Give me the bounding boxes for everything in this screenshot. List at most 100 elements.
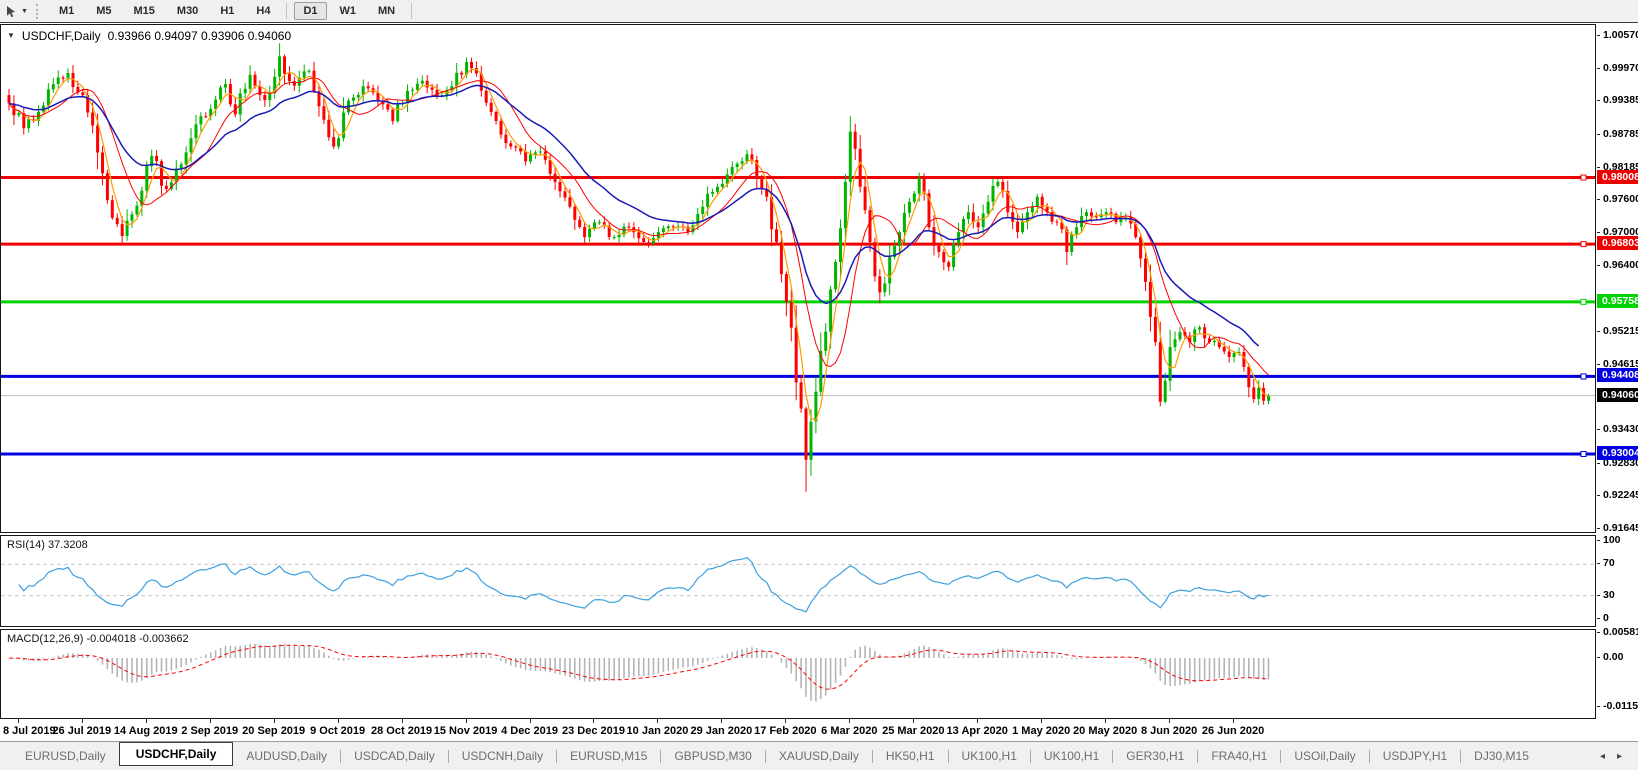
date-label: 20 May 2020: [1073, 725, 1138, 737]
rsi-axis-label: 100: [1603, 534, 1621, 546]
ma-red-line[interactable]: [8, 77, 1269, 376]
timeframe-button-h4[interactable]: H4: [247, 2, 279, 20]
macd-pane[interactable]: MACD(12,26,9) -0.004018 -0.003662: [0, 629, 1596, 719]
date-label: 23 Dec 2019: [561, 725, 625, 737]
axis-tick: [1597, 133, 1600, 135]
axis-tick: [1597, 330, 1600, 332]
price-axis-label: 0.97600: [1603, 193, 1638, 206]
rsi-axis-label: 70: [1603, 557, 1615, 570]
timeframe-button-d1[interactable]: D1: [294, 2, 327, 20]
rsi-axis-label: 0: [1603, 612, 1609, 624]
level-handle[interactable]: [1580, 373, 1587, 380]
chart-tab-dj30[interactable]: DJ30,M15: [1461, 746, 1542, 766]
timeframe-button-m5[interactable]: M5: [87, 2, 120, 20]
macd-canvas[interactable]: [1, 630, 1595, 718]
date-tick: [593, 719, 595, 723]
axis-tick: [1597, 528, 1600, 530]
timeframe-button-w1[interactable]: W1: [331, 2, 366, 20]
axis-tick: [1597, 462, 1600, 464]
date-label: 4 Dec 2019: [501, 725, 558, 737]
level-handle[interactable]: [1580, 298, 1587, 305]
chart-tab-bar: EURUSD,Daily USDCHF,Daily AUDUSD,Daily USDC…: [0, 741, 1638, 770]
chevron-down-icon: ▼: [21, 7, 28, 15]
date-tick: [785, 719, 787, 723]
level-handle[interactable]: [1580, 241, 1587, 248]
toolbar-separator: [411, 3, 413, 19]
date-tick: [721, 719, 723, 723]
symbol-dropdown-icon[interactable]: ▼: [7, 32, 15, 40]
date-label: 25 Mar 2020: [882, 725, 945, 737]
chart-tab-hk50[interactable]: HK50,H1: [873, 746, 948, 766]
toolbar-grip[interactable]: [35, 3, 41, 19]
chart-tab-ger30[interactable]: GER30,H1: [1113, 746, 1197, 766]
rsi-line: [18, 556, 1269, 613]
rsi-pane[interactable]: RSI(14) 37.3208: [0, 535, 1596, 627]
date-label: 10 Jan 2020: [626, 725, 689, 737]
price-axis-label: 1.00570: [1603, 28, 1638, 41]
price-axis[interactable]: 1.00570 0.99970 0.99385 0.98785 0.98185 0.976…: [1597, 24, 1638, 719]
axis-tick: [1597, 232, 1600, 234]
chart-tab-usdcad[interactable]: USDCAD,Daily: [341, 746, 448, 766]
macd-axis-label: 0.00: [1603, 651, 1624, 663]
chart-tab-fra40[interactable]: FRA40,H1: [1198, 746, 1280, 766]
tab-scroll-left-icon[interactable]: ◂: [1600, 751, 1605, 762]
date-label: 6 Mar 2020: [821, 725, 878, 737]
ohlc-values: 0.93966 0.94097 0.93906 0.94060: [107, 29, 292, 43]
level-handle[interactable]: [1580, 174, 1587, 181]
axis-tick: [1597, 563, 1600, 565]
macd-axis-label: -0.011514: [1603, 699, 1638, 712]
price-chart-canvas[interactable]: [1, 25, 1595, 532]
timeframe-button-m30[interactable]: M30: [168, 2, 207, 20]
date-label: 15 Nov 2019: [433, 725, 498, 737]
price-pane[interactable]: ▼ USDCHF,Daily 0.93966 0.94097 0.93906 0…: [0, 24, 1596, 533]
timeframe-button-mn[interactable]: MN: [369, 2, 404, 20]
chart-tab-usdcnh[interactable]: USDCNH,Daily: [449, 746, 556, 766]
axis-tick: [1597, 34, 1600, 36]
price-axis-label: 0.98785: [1603, 127, 1638, 140]
chart-tab-uk100[interactable]: UK100,H1: [1031, 746, 1112, 766]
chart-tab-eurusd[interactable]: EURUSD,M15: [557, 746, 660, 766]
chart-tab-gbpusd[interactable]: GBPUSD,M30: [661, 746, 764, 766]
date-label: 26 Jul 2019: [52, 725, 112, 737]
axis-tick: [1597, 429, 1600, 431]
candle-wicks-down: [8, 54, 1265, 492]
symbol-period-label: USDCHF,Daily: [21, 29, 101, 43]
chart-tab-xauusd[interactable]: XAUUSD,Daily: [766, 746, 872, 766]
timeframe-button-m15[interactable]: M15: [125, 2, 164, 20]
rsi-label: RSI(14) 37.3208: [7, 539, 88, 551]
date-label: 20 Sep 2019: [242, 725, 306, 737]
price-axis-label: 0.99385: [1603, 94, 1638, 107]
macd-axis-label: 0.005818: [1603, 626, 1638, 639]
date-tick: [1105, 719, 1107, 723]
price-axis-label: 0.95215: [1603, 324, 1638, 337]
date-label: 29 Jan 2020: [690, 725, 753, 737]
level-price-tag: 0.96803: [1597, 236, 1638, 251]
chart-tab-usdchf[interactable]: USDCHF,Daily: [118, 742, 234, 766]
chart-tab-audusd[interactable]: AUDUSD,Daily: [233, 746, 340, 766]
level-handle[interactable]: [1580, 451, 1587, 458]
date-label: 17 Feb 2020: [754, 725, 817, 737]
rsi-canvas[interactable]: [1, 536, 1595, 626]
price-axis-label: 0.96400: [1603, 259, 1638, 272]
toolbar-separator: [286, 3, 288, 19]
date-tick: [209, 719, 211, 723]
date-label: 9 Oct 2019: [310, 725, 366, 737]
tab-scroll-right-icon[interactable]: ▸: [1617, 751, 1622, 762]
date-tick: [17, 719, 19, 723]
chart-tab-usoil[interactable]: USOil,Daily: [1281, 746, 1368, 766]
date-axis[interactable]: 8 Jul 2019 26 Jul 2019 14 Aug 2019 2 Sep 20…: [0, 719, 1638, 741]
macd-label: MACD(12,26,9) -0.004018 -0.003662: [7, 633, 189, 645]
date-tick: [465, 719, 467, 723]
axis-tick: [1597, 265, 1600, 267]
axis-tick: [1597, 657, 1600, 658]
date-tick: [401, 719, 403, 723]
cursor-tool-icon: [7, 5, 15, 17]
chart-tab-usdjpy[interactable]: USDJPY,H1: [1370, 746, 1460, 766]
date-tick: [145, 719, 147, 723]
timeframe-button-m1[interactable]: M1: [50, 2, 83, 20]
axis-tick: [1597, 364, 1600, 365]
cursor-tool-button[interactable]: ▼: [0, 0, 33, 22]
chart-tab-uk100[interactable]: UK100,H1: [949, 746, 1030, 766]
timeframe-button-h1[interactable]: H1: [211, 2, 243, 20]
chart-tab-eurusd[interactable]: EURUSD,Daily: [12, 746, 119, 766]
